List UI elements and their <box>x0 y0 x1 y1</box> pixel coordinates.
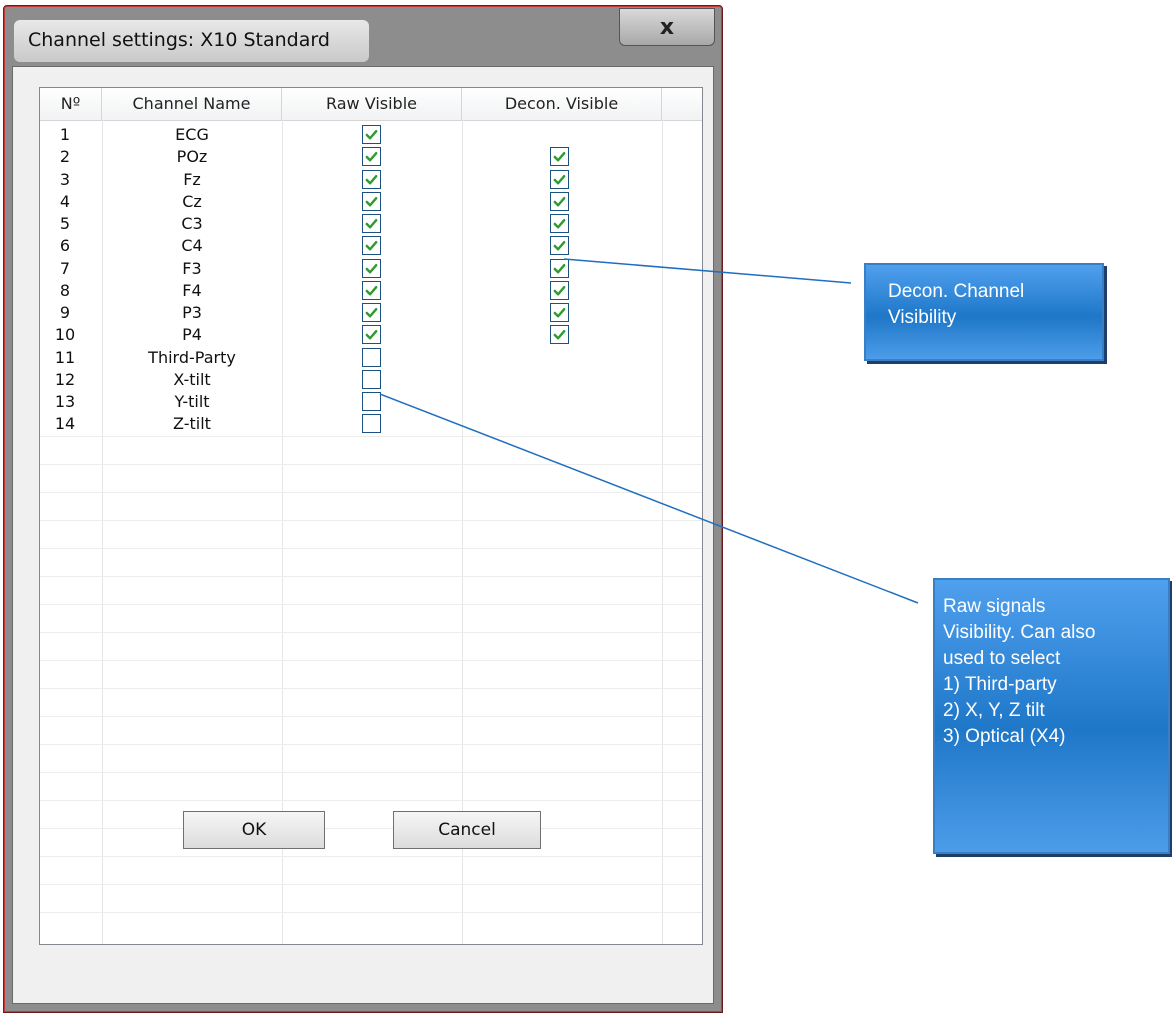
callout-line: Raw signals <box>943 596 1046 617</box>
callout-line: 1) Third-party <box>943 674 1057 695</box>
callout-line: 3) Optical (X4) <box>943 726 1066 747</box>
callout-line: Visibility <box>888 307 957 328</box>
raw-leader-line <box>379 393 919 604</box>
callout-line: used to select <box>943 648 1061 669</box>
decon-visibility-callout: Decon. Channel Visibility <box>864 263 1104 361</box>
raw-visibility-callout: Raw signals Visibility. Can also used to… <box>933 578 1170 854</box>
decon-leader-line <box>563 258 852 284</box>
callout-line: Decon. Channel <box>888 281 1025 302</box>
callout-line: Visibility. Can also <box>943 622 1096 643</box>
callout-line: 2) X, Y, Z tilt <box>943 700 1045 721</box>
annotation-leader-lines <box>379 258 919 604</box>
